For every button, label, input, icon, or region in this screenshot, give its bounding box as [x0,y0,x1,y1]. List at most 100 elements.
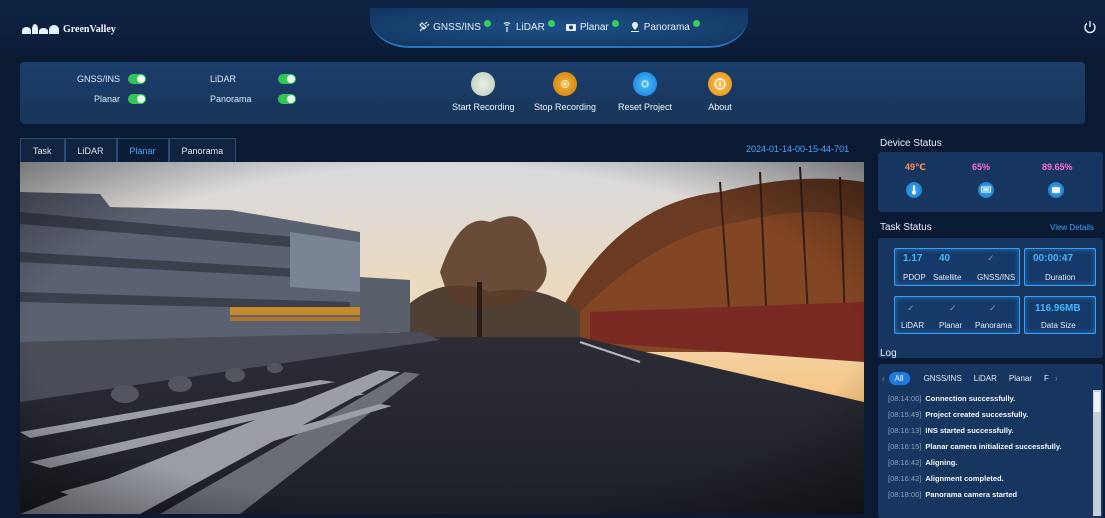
camera-icon [565,24,576,31]
log-time: [08:16:13] [888,426,922,435]
data-size-value: 116.96MB [1035,303,1081,314]
street-scene-image [20,162,864,514]
toggle-panorama-switch[interactable] [278,94,296,104]
data-size-label: Data Size [1041,321,1076,330]
log-time: [08:18:00] [888,490,922,499]
log-scrollbar[interactable] [1093,390,1101,516]
toggle-row-panorama: Panorama [210,94,296,104]
log-message: Planar camera initialized successfully. [925,442,1062,451]
tab-lidar[interactable]: LiDAR [64,138,117,162]
info-icon [708,72,732,96]
toggle-gnss-label: GNSS/INS [76,74,120,84]
tab-task[interactable]: Task [20,138,65,162]
power-icon[interactable] [1083,20,1097,34]
duration-value: 00:00:47 [1033,253,1074,264]
log-tab-more[interactable]: F [1038,372,1055,385]
reset-project-label: Reset Project [618,102,673,112]
log-time: [08:16:15] [888,442,922,451]
status-gnss: GNSS/INS [418,19,491,33]
device-status-strip: GNSS/INS LiDAR Planar Panorama [370,8,748,48]
toggle-gnss-switch[interactable] [128,74,146,84]
gnss-check-icon: ✓ [987,253,995,263]
logo-text: GreenValley [63,23,116,35]
toggle-planar-label: Planar [93,94,120,104]
log-entry: [08:16:13] INS started successfully. [888,426,1088,435]
log-box: ‹ All GNSS/INS LiDAR Planar F › [08:14:0… [878,364,1103,518]
start-recording-label: Start Recording [452,102,515,112]
log-message: INS started successfully. [925,426,1014,435]
duration-label: Duration [1045,273,1076,282]
storage-value: 89.65% [1042,162,1073,172]
log-message: Alignment completed. [925,474,1004,483]
reset-icon [633,72,658,96]
log-entry: [08:16:42] Alignment completed. [888,474,1088,483]
log-time: [08:15:49] [888,410,922,419]
status-panorama-indicator [692,19,700,27]
satellite-icon [419,21,430,32]
status-lidar-label: LiDAR [515,21,545,33]
memory-icon [978,182,994,198]
panorama-label: Panorama [975,321,1012,330]
log-time: [08:16:42] [888,474,922,483]
thermometer-icon [906,182,922,198]
toggle-lidar-switch[interactable] [278,74,296,84]
status-planar-indicator [611,19,619,27]
log-tab-lidar[interactable]: LiDAR [968,372,1003,385]
log-message: Panorama camera started [925,490,1018,499]
status-gnss-label: GNSS/INS [433,21,481,33]
log-tab-planar[interactable]: Planar [1003,372,1038,385]
toggle-panorama-label: Panorama [210,94,252,104]
top-bar: GreenValley GNSS/INS LiDAR Planar Panora… [0,0,1105,56]
log-message: Project created successfully. [925,410,1029,419]
status-lidar-indicator [547,19,555,27]
reset-project-button[interactable]: Reset Project [618,72,672,112]
status-planar-label: Planar [579,21,609,33]
toggle-row-lidar: LiDAR [210,74,296,84]
toggle-row-gnss: GNSS/INS [60,74,146,84]
toggle-row-planar: Planar [60,94,146,104]
right-panel: Device Status 49℃ 65% 89.65% Task Status… [878,130,1103,518]
planar-check-icon: ✓ [949,303,957,313]
control-panel: GNSS/INS Planar LiDAR Panorama Start Rec… [20,62,1085,124]
log-tab-all[interactable]: All [888,371,910,385]
log-message: Connection successfully. [925,394,1016,403]
tab-planar[interactable]: Planar [116,138,169,162]
duration-cell: 00:00:47 Duration [1024,248,1096,286]
stop-recording-button[interactable]: Stop Recording [534,72,596,112]
log-entry: [08:15:49] Project created successfully. [888,410,1088,419]
satellite-value: 40 [939,253,951,264]
log-tabs: ‹ All GNSS/INS LiDAR Planar F › [882,370,1100,386]
log-title: Log [880,348,897,359]
task-status-title: Task Status [880,222,932,233]
status-planar: Planar [565,19,619,33]
stop-icon [553,72,578,96]
log-tabs-prev-icon[interactable]: ‹ [882,374,885,383]
view-details-link[interactable]: View Details [1050,223,1094,232]
memory-value: 65% [972,162,991,172]
log-tabs-next-icon[interactable]: › [1055,374,1058,383]
tab-panorama[interactable]: Panorama [168,138,237,162]
about-label: About [708,102,732,112]
panorama-check-icon: ✓ [989,303,997,313]
log-time: [08:16:42] [888,458,922,467]
pin-icon [630,22,639,32]
lidar-label: LiDAR [901,321,925,330]
satellite-label: Satellite [933,273,962,282]
view-tabs: Task LiDAR Planar Panorama [20,138,237,162]
gnss-label: GNSS/INS [977,273,1016,282]
status-gnss-indicator [483,19,491,27]
stop-recording-label: Stop Recording [534,102,597,112]
pdop-label: PDOP [903,273,926,282]
log-tab-gnss[interactable]: GNSS/INS [918,372,968,385]
status-panorama-label: Panorama [643,21,690,33]
logo-mark-icon [22,24,59,34]
log-entry: [08:14:00] Connection successfully. [888,394,1088,403]
sensors-cell: ✓ ✓ ✓ LiDAR Planar Panorama [894,296,1020,334]
start-recording-button[interactable]: Start Recording [452,72,515,112]
planar-label: Planar [939,321,963,330]
log-entry: [08:16:15] Planar camera initialized suc… [888,442,1088,451]
about-button[interactable]: About [708,72,732,112]
log-entry: [08:16:42] Aligning. [888,458,1088,467]
toggle-planar-switch[interactable] [128,94,146,104]
planar-camera-view [20,162,864,514]
